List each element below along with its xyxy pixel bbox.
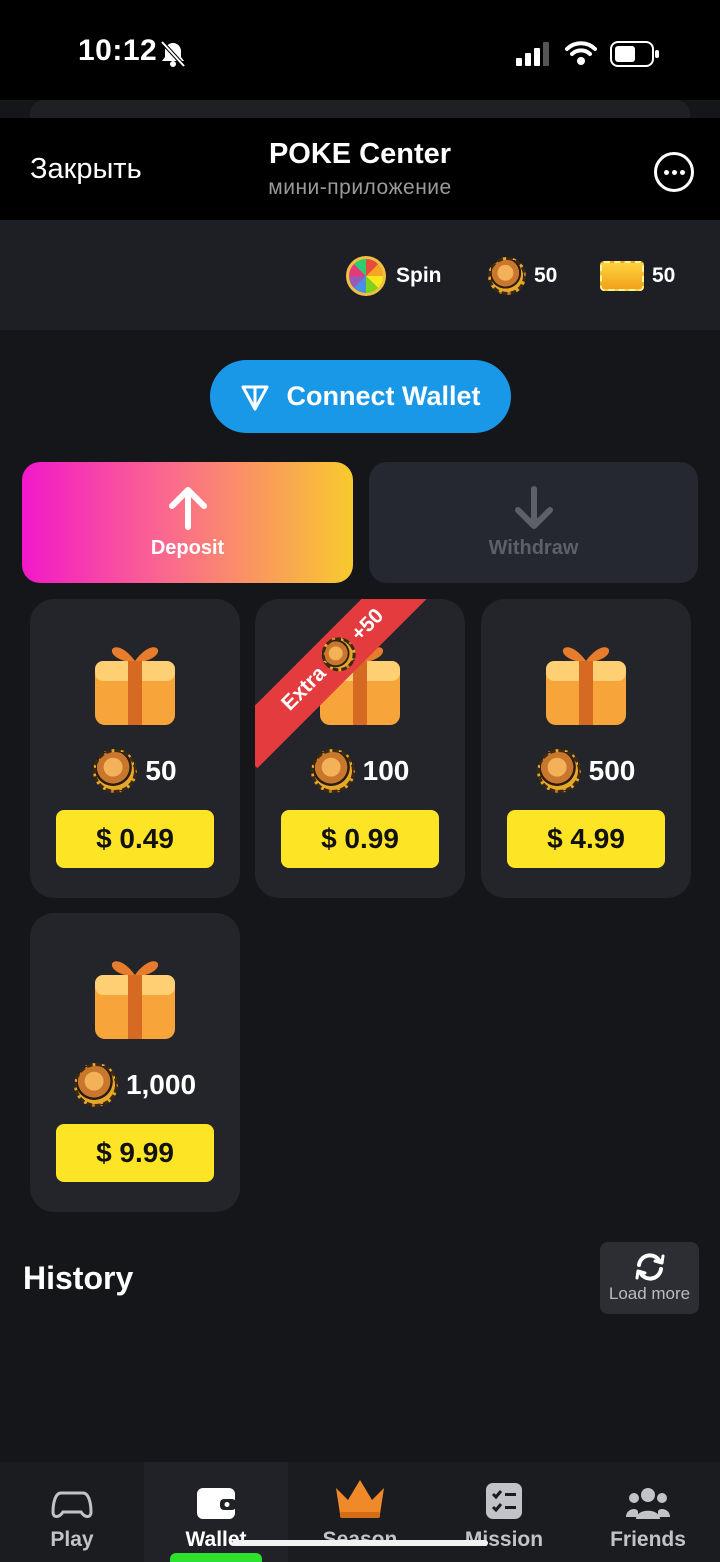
coin-icon xyxy=(73,1063,118,1107)
app-title: POKE Center xyxy=(268,138,452,170)
bell-muted-icon xyxy=(160,40,186,68)
gift-box-icon xyxy=(95,647,175,725)
refresh-icon xyxy=(635,1253,664,1281)
more-dot-icon xyxy=(680,170,685,175)
sheet-handle xyxy=(30,100,690,118)
load-more-label: Load more xyxy=(608,1284,691,1303)
nav-item-mission[interactable]: Mission xyxy=(432,1462,576,1562)
nav-label: Friends xyxy=(610,1528,686,1551)
spin-wheel-icon xyxy=(346,256,386,296)
pack-amount: 500 xyxy=(481,749,691,793)
ticket-balance-value: 50 xyxy=(652,264,676,287)
arrow-up-icon xyxy=(168,487,207,530)
withdraw-label: Withdraw xyxy=(488,537,579,559)
currency-bar: Spin 50 50 xyxy=(0,220,720,330)
load-more-button[interactable]: Load more xyxy=(600,1242,699,1314)
deposit-tab[interactable]: Deposit xyxy=(22,462,353,583)
pack-amount: 50 xyxy=(30,749,240,793)
connect-wallet-button[interactable]: Connect Wallet xyxy=(210,360,511,433)
more-dot-icon xyxy=(672,170,677,175)
pack-amount-value: 1,000 xyxy=(125,1069,197,1100)
coin-pack[interactable]: 500 $ 4.99 xyxy=(481,599,691,898)
more-dot-icon xyxy=(664,170,669,175)
signal-icon xyxy=(516,42,549,66)
more-options-button[interactable] xyxy=(654,152,694,192)
buy-price-button[interactable]: $ 9.99 xyxy=(56,1124,214,1182)
status-bar: 10:12 xyxy=(0,0,720,100)
friends-icon xyxy=(626,1488,670,1519)
coin-icon xyxy=(93,749,138,793)
battery-icon xyxy=(610,41,659,67)
app-subtitle: мини-приложение xyxy=(268,176,452,199)
crown-icon xyxy=(336,1480,384,1518)
app-header: Закрыть POKE Center мини-приложение xyxy=(0,118,720,220)
nav-label: Play xyxy=(50,1528,94,1551)
buy-price-button[interactable]: $ 0.99 xyxy=(281,810,439,868)
deposit-label: Deposit xyxy=(150,537,225,559)
checklist-icon xyxy=(486,1483,522,1519)
pack-amount-value: 100 xyxy=(362,755,410,786)
buy-price-button[interactable]: $ 0.49 xyxy=(56,810,214,868)
pack-amount-value: 50 xyxy=(145,755,177,786)
home-indicator[interactable] xyxy=(232,1540,488,1546)
gift-box-icon xyxy=(546,647,626,725)
pack-amount: 1,000 xyxy=(30,1063,240,1107)
withdraw-tab[interactable]: Withdraw xyxy=(369,462,698,583)
nav-item-play[interactable]: Play xyxy=(0,1462,144,1562)
pack-amount-value: 500 xyxy=(588,755,636,786)
status-time: 10:12 xyxy=(78,34,158,67)
bottom-nav: Play Wallet Season xyxy=(0,1462,720,1562)
ribbon-bonus: +50 xyxy=(346,604,389,646)
coin-icon xyxy=(310,749,355,793)
ton-icon xyxy=(241,385,269,410)
wifi-icon xyxy=(565,41,597,65)
arrow-down-icon xyxy=(514,486,553,529)
active-tab-indicator xyxy=(170,1553,262,1562)
ticket-icon xyxy=(600,261,644,291)
coin-icon xyxy=(536,749,581,793)
coin-pack[interactable]: 1,000 $ 9.99 xyxy=(30,913,240,1212)
connect-wallet-label: Connect Wallet xyxy=(286,381,481,411)
nav-item-friends[interactable]: Friends xyxy=(576,1462,720,1562)
coin-pack[interactable]: 50 $ 0.49 xyxy=(30,599,240,898)
pack-amount: 100 xyxy=(255,749,465,793)
nav-item-season[interactable]: Season xyxy=(288,1462,432,1562)
coin-balance: 50 xyxy=(488,254,557,298)
coin-icon xyxy=(488,257,526,295)
spin-button[interactable]: Spin xyxy=(346,254,442,298)
nav-item-wallet[interactable]: Wallet xyxy=(144,1462,288,1562)
ticket-balance: 50 xyxy=(600,254,675,298)
coin-balance-value: 50 xyxy=(534,264,558,287)
buy-price-button[interactable]: $ 4.99 xyxy=(507,810,665,868)
spin-label: Spin xyxy=(396,264,442,287)
history-title: History xyxy=(23,1260,134,1296)
gift-box-icon xyxy=(95,961,175,1039)
gamepad-icon xyxy=(51,1491,93,1518)
coin-pack[interactable]: Extra +50 100 $ 0.99 xyxy=(255,599,465,898)
wallet-icon xyxy=(197,1488,236,1519)
